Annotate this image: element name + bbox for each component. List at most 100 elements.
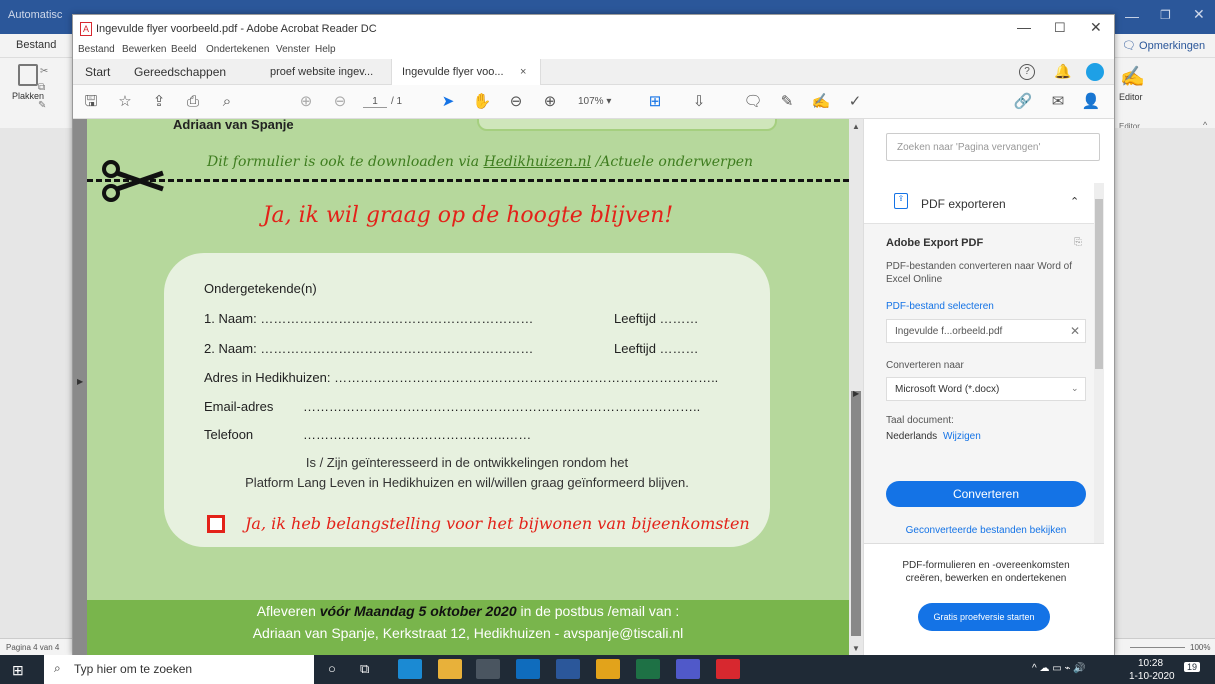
- cortana-icon[interactable]: ○: [328, 661, 336, 676]
- excel-icon[interactable]: [636, 659, 660, 679]
- word-zoom-level[interactable]: 100%: [1190, 643, 1210, 652]
- document-scrollbar-thumb[interactable]: [851, 391, 861, 636]
- right-panel-toggle-icon[interactable]: ▶: [853, 389, 859, 398]
- next-page-icon[interactable]: ⊖: [330, 92, 350, 112]
- editor-label[interactable]: Editor: [1119, 92, 1143, 102]
- acrobat-close-icon[interactable]: ✕: [1090, 19, 1102, 36]
- outlook-icon[interactable]: [516, 659, 540, 679]
- zoom-search-icon[interactable]: ⌕: [217, 92, 237, 112]
- tools-side-panel: Zoeken naar 'Pagina vervangen' ⇪ PDF exp…: [863, 119, 1114, 656]
- word-taskbar-icon[interactable]: [556, 659, 580, 679]
- menu-ondertekenen[interactable]: Ondertekenen: [206, 44, 269, 55]
- menu-bestand[interactable]: Bestand: [78, 44, 115, 55]
- tab-ingevulde-flyer[interactable]: Ingevulde flyer voo... ×: [391, 59, 541, 85]
- acrobat-maximize-icon[interactable]: ☐: [1054, 20, 1066, 36]
- editor-icon[interactable]: ✍: [1120, 64, 1145, 89]
- scroll-mode-icon[interactable]: ⇩: [689, 92, 709, 112]
- email-icon[interactable]: ✉: [1048, 92, 1068, 112]
- notification-center-badge[interactable]: 19: [1184, 662, 1201, 672]
- select-cursor-icon[interactable]: ➤: [438, 92, 458, 112]
- select-file-link[interactable]: PDF-bestand selecteren: [886, 301, 994, 312]
- tab-close-icon[interactable]: ×: [520, 59, 526, 85]
- export-info-icon[interactable]: ⎘: [1074, 237, 1082, 248]
- zoom-slider[interactable]: [1130, 647, 1185, 648]
- chrome-icon[interactable]: [596, 659, 620, 679]
- windows-start-icon[interactable]: ⊞: [12, 662, 24, 679]
- menu-help[interactable]: Help: [315, 44, 336, 55]
- remove-file-icon[interactable]: ✕: [1070, 324, 1080, 338]
- word-close-icon[interactable]: ✕: [1193, 6, 1205, 23]
- fill-sign-icon[interactable]: ✓: [845, 92, 865, 112]
- telefoon-field[interactable]: ………………………………………..……: [303, 427, 531, 442]
- tab-proef-website[interactable]: proef website ingev...: [260, 59, 383, 85]
- scroll-up-icon[interactable]: ▲: [852, 122, 860, 131]
- share-link-icon[interactable]: 🔗: [1013, 92, 1033, 112]
- previous-page-icon[interactable]: ⊕: [296, 92, 316, 112]
- format-painter-icon[interactable]: ✎: [38, 100, 46, 111]
- convert-button[interactable]: Converteren: [886, 481, 1086, 507]
- print-icon[interactable]: ⎙: [183, 92, 203, 112]
- email-field[interactable]: ………………………………………………………………………………..: [303, 399, 700, 414]
- help-icon[interactable]: ?: [1019, 64, 1035, 80]
- task-view-icon[interactable]: ⧉: [360, 661, 369, 677]
- language-change-link[interactable]: Wijzigen: [943, 431, 981, 442]
- side-panel-scrollbar-thumb[interactable]: [1095, 199, 1103, 369]
- notification-bell-icon[interactable]: 🔔: [1054, 63, 1071, 80]
- adres-field[interactable]: Adres in Hedikhuizen: …………………………………………………: [204, 370, 718, 385]
- edge-icon[interactable]: [398, 659, 422, 679]
- interest-line-2: Platform Lang Leven in Hedikhuizen en wi…: [245, 475, 689, 490]
- cut-icon[interactable]: ✂: [40, 66, 48, 77]
- file-explorer-icon[interactable]: [438, 659, 462, 679]
- word-tab-bestand[interactable]: Bestand: [16, 39, 56, 51]
- leeftijd2-field[interactable]: Leeftijd ………: [614, 341, 699, 356]
- hand-tool-icon[interactable]: ✋: [472, 92, 492, 112]
- zoom-out-icon[interactable]: ⊖: [506, 92, 526, 112]
- fit-page-icon[interactable]: ⊞: [645, 92, 665, 112]
- acrobat-window-title: Ingevulde flyer voorbeeld.pdf - Adobe Ac…: [96, 23, 377, 35]
- page-number-input[interactable]: 1: [363, 96, 387, 108]
- naam1-field[interactable]: 1. Naam: ………………………………………………………: [204, 311, 533, 326]
- scroll-down-icon[interactable]: ▼: [852, 644, 860, 653]
- bookmark-star-icon[interactable]: ☆: [115, 92, 135, 112]
- interest-checkbox[interactable]: [207, 515, 225, 533]
- menu-beeld[interactable]: Beeld: [171, 44, 197, 55]
- collapse-export-icon[interactable]: ⌃: [1070, 195, 1079, 208]
- tray-icons[interactable]: ^ ☁ ▭ ⌁ 🔊: [1032, 663, 1086, 674]
- taskbar-search-input[interactable]: ⌕ Typ hier om te zoeken: [44, 655, 314, 684]
- naam2-field[interactable]: 2. Naam: ………………………………………………………: [204, 341, 533, 356]
- menu-bewerken[interactable]: Bewerken: [122, 44, 166, 55]
- menu-venster[interactable]: Venster: [276, 44, 310, 55]
- leeftijd1-field[interactable]: Leeftijd ………: [614, 311, 699, 326]
- tab-start[interactable]: Start: [75, 59, 120, 85]
- word-page-status: Pagina 4 van 4: [6, 643, 60, 652]
- taskbar-time[interactable]: 10:28: [1138, 658, 1163, 669]
- highlight-pen-icon[interactable]: ✎: [777, 92, 797, 112]
- export-title[interactable]: PDF exporteren: [921, 197, 1006, 211]
- add-user-icon[interactable]: 👤: [1081, 92, 1101, 112]
- paste-icon[interactable]: [18, 64, 38, 86]
- copy-icon[interactable]: ⧉: [38, 82, 45, 93]
- draw-icon[interactable]: ✍: [811, 92, 831, 112]
- upload-icon[interactable]: ⇪: [149, 92, 169, 112]
- left-panel-toggle-icon[interactable]: ▶: [77, 377, 83, 386]
- acrobat-minimize-icon[interactable]: —: [1017, 19, 1031, 35]
- taskbar-date[interactable]: 1-10-2020: [1129, 671, 1175, 682]
- tab-gereedschappen[interactable]: Gereedschappen: [124, 59, 236, 85]
- account-avatar[interactable]: [1086, 63, 1104, 81]
- download-link[interactable]: Hedikhuizen.nl: [484, 154, 592, 170]
- teams-icon[interactable]: [676, 659, 700, 679]
- convert-to-select[interactable]: Microsoft Word (*.docx) ⌄: [886, 377, 1086, 401]
- trial-button[interactable]: Gratis proefversie starten: [918, 603, 1050, 631]
- comment-icon[interactable]: 🗨: [743, 92, 763, 112]
- word-restore-icon[interactable]: ❐: [1160, 8, 1171, 22]
- acrobat-taskbar-icon[interactable]: [716, 659, 740, 679]
- zoom-level-select[interactable]: 107% ▾: [578, 96, 611, 107]
- converted-files-link[interactable]: Geconverteerde bestanden bekijken: [886, 525, 1086, 536]
- word-minimize-icon[interactable]: —: [1125, 8, 1139, 24]
- zoom-in-icon[interactable]: ⊕: [540, 92, 560, 112]
- tool-search-input[interactable]: Zoeken naar 'Pagina vervangen': [886, 133, 1100, 161]
- store-icon[interactable]: [476, 659, 500, 679]
- selected-file-name: Ingevulde f...orbeeld.pdf: [895, 326, 1003, 337]
- word-opmerkingen-button[interactable]: 🗨 Opmerkingen: [1122, 39, 1205, 52]
- save-icon[interactable]: 🖫: [81, 92, 101, 112]
